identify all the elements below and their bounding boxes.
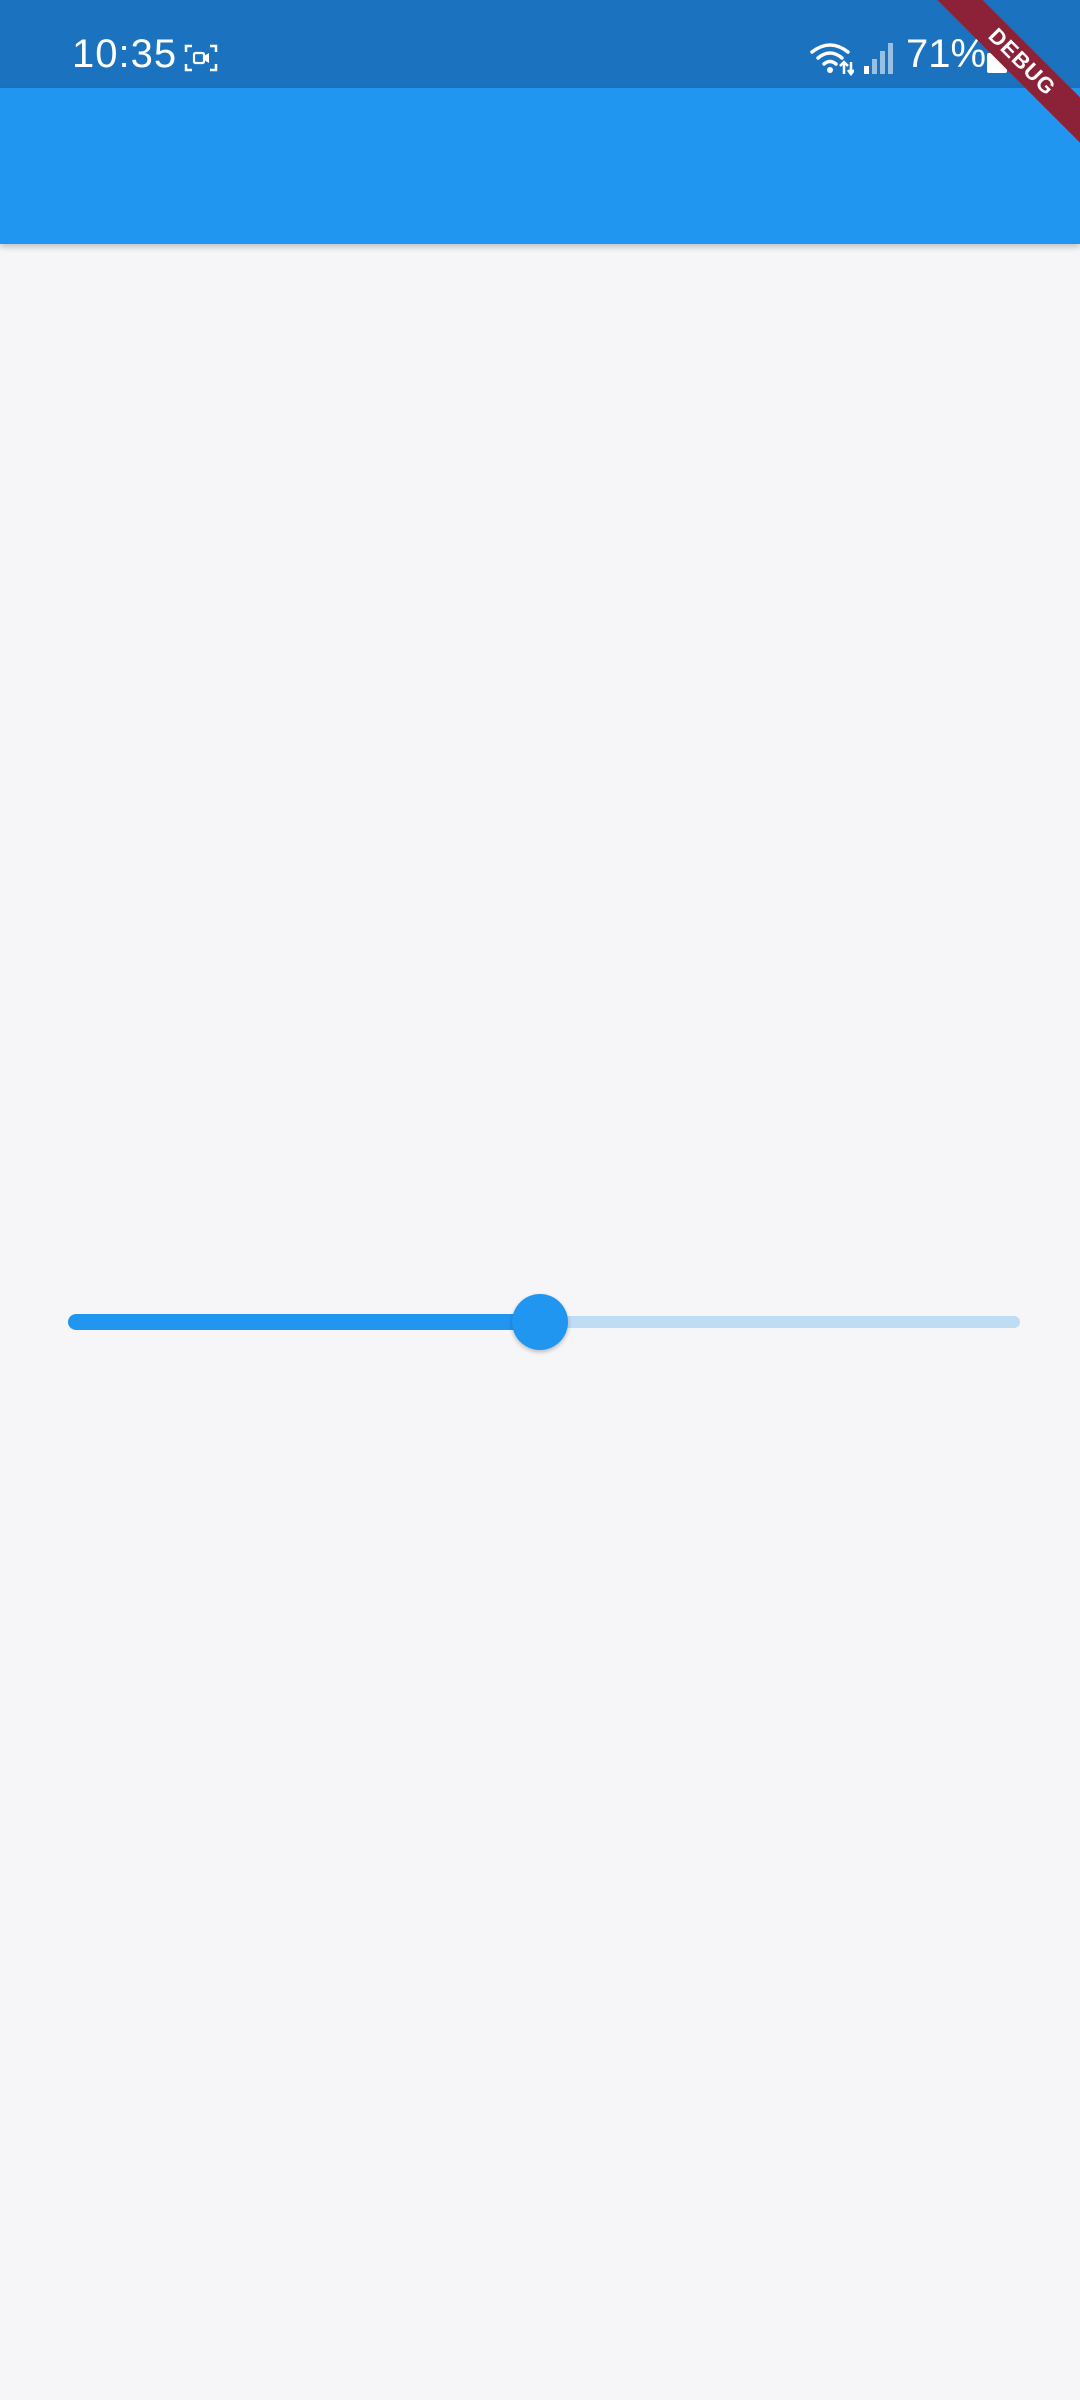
wifi-icon (810, 43, 854, 76)
battery-percent: 71% (906, 32, 987, 76)
slider-thumb[interactable] (512, 1294, 568, 1350)
status-time: 10:35 (72, 32, 178, 76)
battery-icon (987, 50, 1007, 73)
app-bar (0, 88, 1080, 244)
slider[interactable] (60, 1292, 1020, 1352)
screen-record-icon (184, 44, 218, 72)
slider-track-active[interactable] (68, 1314, 540, 1330)
signal-icon (864, 43, 893, 74)
status-bar: 10:35 71% (0, 0, 1080, 88)
